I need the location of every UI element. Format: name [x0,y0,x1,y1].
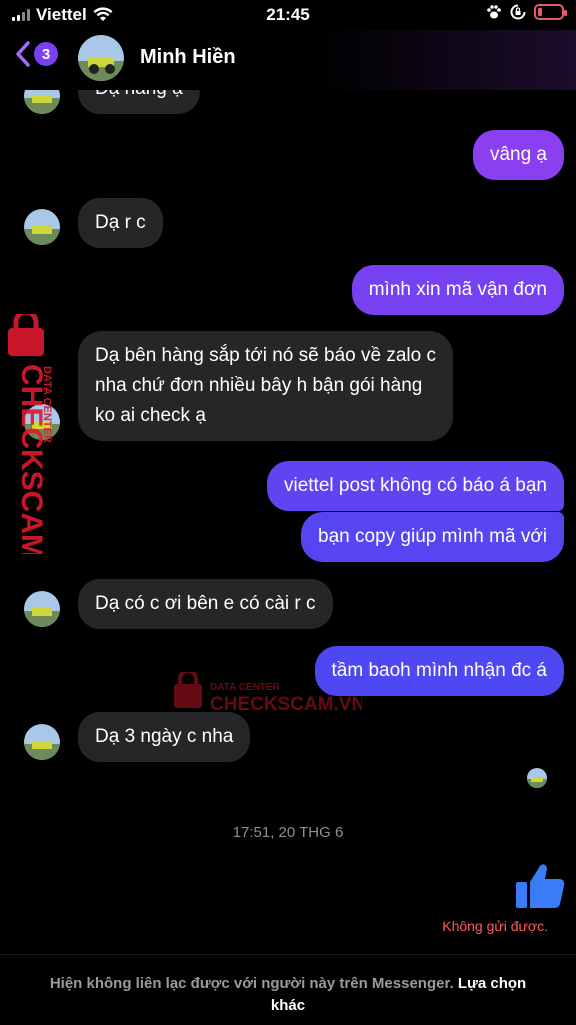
message-line: ko ai check ạ [95,405,206,426]
message-line: nha chứ đơn nhiều bây h bận gói hàng [95,375,423,396]
message-outgoing[interactable]: bạn copy giúp mình mã với [301,512,564,562]
message-incoming[interactable]: Dạ hàng ạ [78,90,200,114]
message-line: Dạ bên hàng sắp tới nó sẽ báo về zalo c [95,345,436,366]
message-timestamp: 17:51, 20 THG 6 [232,824,344,841]
message-outgoing[interactable]: mình xin mã vận đơn [351,265,564,315]
watermark-center: DATA CENTER CHECKSCAM.VN [172,669,365,718]
message-incoming[interactable]: Dạ bên hàng sắp tới nó sẽ báo về zalo c … [78,331,453,441]
watermark-vertical: CHECKSCAM.VN DATA CENTER [4,309,64,609]
thumbs-up-icon[interactable] [514,860,566,912]
message-incoming[interactable]: Dạ r c [78,198,163,248]
message-incoming[interactable]: Dạ 3 ngày c nha [78,712,251,762]
message-incoming[interactable]: Dạ có c ơi bên e có cài r c [78,579,333,629]
message-outgoing[interactable]: vâng ạ [472,130,564,180]
sender-avatar [24,591,60,627]
send-error-text: Không gửi được. [442,918,548,934]
sender-avatar [24,724,60,760]
message-thread: Dạ hàng ạ vâng ạ Dạ r c mình xin mã vận … [0,0,576,1024]
footer-notice-text: Hiện không liên lạc được với người này t… [49,975,454,992]
watermark-brand: CHECKSCAM.VN [210,694,362,715]
lock-icon [8,309,44,356]
seen-indicator-avatar [527,768,547,788]
sender-avatar [24,90,60,114]
sender-avatar [24,209,60,245]
footer-notice: Hiện không liên lạc được với người này t… [40,973,536,1017]
watermark-tagline-vertical: DATA CENTER [41,366,53,443]
message-outgoing[interactable]: viettel post không có báo á bạn [266,461,564,511]
watermark-tagline: DATA CENTER [210,682,281,693]
blocked-footer: Hiện không liên lạc được với người này t… [0,954,576,1025]
lock-icon [174,669,202,708]
